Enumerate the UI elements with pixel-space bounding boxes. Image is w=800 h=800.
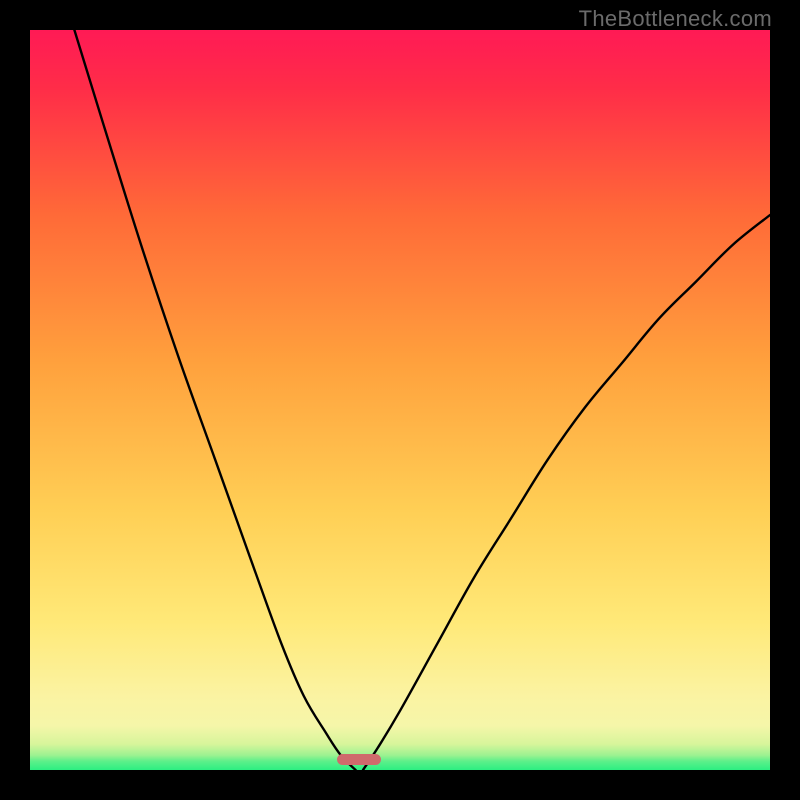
curve-layer (30, 30, 770, 770)
optimal-range-marker (337, 754, 381, 765)
bottleneck-curve-left (74, 30, 355, 770)
watermark-text: TheBottleneck.com (579, 6, 772, 32)
chart-frame: TheBottleneck.com (0, 0, 800, 800)
bottleneck-curve-right (363, 215, 770, 770)
plot-area (30, 30, 770, 770)
